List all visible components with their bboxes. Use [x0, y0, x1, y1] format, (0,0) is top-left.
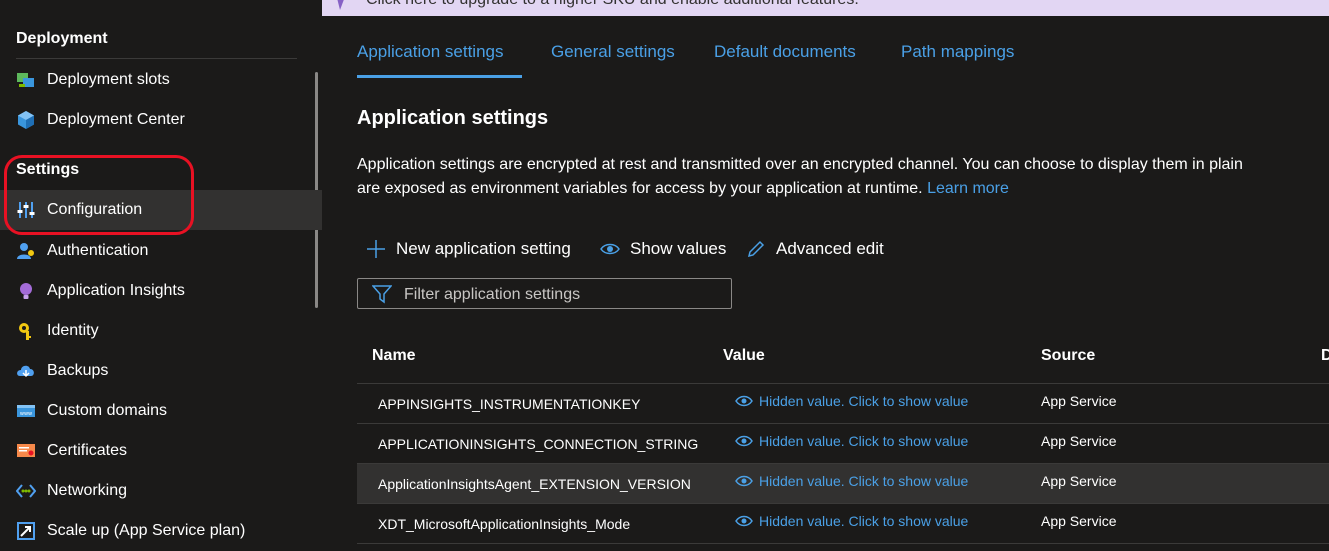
table-divider — [357, 543, 1329, 544]
deployment-center-icon — [16, 110, 36, 130]
eye-icon — [735, 475, 753, 487]
rocket-icon — [334, 0, 348, 10]
eye-icon — [600, 243, 620, 255]
setting-name: APPINSIGHTS_INSTRUMENTATIONKEY — [378, 396, 641, 412]
hidden-value-link[interactable]: Hidden value. Click to show value — [735, 433, 968, 449]
table-row[interactable]: APPLICATIONINSIGHTS_CONNECTION_STRING Hi… — [357, 424, 1329, 464]
upgrade-banner-text: Click here to upgrade to a higher SKU an… — [366, 0, 859, 9]
sidebar-item-backups[interactable]: Backups — [0, 351, 322, 391]
sidebar-item-label: Scale up (App Service plan) — [47, 522, 246, 539]
sidebar-item-custom-domains[interactable]: www Custom domains — [0, 391, 322, 431]
setting-name: ApplicationInsightsAgent_EXTENSION_VERSI… — [378, 476, 691, 492]
certificates-icon — [16, 441, 36, 461]
table-row[interactable]: APPINSIGHTS_INSTRUMENTATIONKEY Hidden va… — [357, 384, 1329, 424]
hidden-value-text: Hidden value. Click to show value — [759, 513, 969, 529]
table-row[interactable]: XDT_MicrosoftApplicationInsights_Mode Hi… — [357, 504, 1329, 544]
sidebar-item-label: Application Insights — [47, 282, 185, 299]
description-line-2: are exposed as environment variables for… — [357, 177, 1329, 201]
sidebar-item-deployment-center[interactable]: Deployment Center — [0, 100, 322, 140]
sidebar-item-scale-up[interactable]: Scale up (App Service plan) — [0, 511, 322, 551]
setting-name: APPLICATIONINSIGHTS_CONNECTION_STRING — [378, 436, 699, 452]
eye-icon — [735, 395, 753, 407]
tab-application-settings[interactable]: Application settings — [357, 42, 503, 62]
sidebar-item-label: Deployment Center — [47, 111, 185, 128]
sidebar-item-label: Authentication — [47, 242, 149, 259]
sidebar-item-label: Networking — [47, 482, 128, 499]
hidden-value-text: Hidden value. Click to show value — [759, 393, 969, 409]
column-header-source[interactable]: Source — [1041, 347, 1095, 365]
sidebar-item-application-insights[interactable]: Application Insights — [0, 271, 322, 311]
sidebar-item-certificates[interactable]: Certificates — [0, 431, 322, 471]
sidebar-item-label: Identity — [47, 322, 99, 339]
setting-source: App Service — [1041, 433, 1117, 449]
new-application-setting-label: New application setting — [396, 239, 571, 258]
advanced-edit-label: Advanced edit — [776, 239, 884, 258]
active-tab-indicator — [357, 75, 522, 78]
learn-more-link[interactable]: Learn more — [927, 180, 1009, 197]
plus-icon — [367, 240, 385, 258]
setting-name: XDT_MicrosoftApplicationInsights_Mode — [378, 516, 631, 532]
filter-input[interactable] — [402, 282, 726, 308]
advanced-edit-button[interactable]: Advanced edit — [746, 236, 884, 262]
new-application-setting-button[interactable]: New application setting — [366, 236, 571, 262]
hidden-value-link[interactable]: Hidden value. Click to show value — [735, 473, 968, 489]
sidebar-item-label: Custom domains — [47, 402, 168, 419]
column-header-truncated[interactable]: D — [1321, 347, 1329, 365]
description-line-1: Application settings are encrypted at re… — [357, 156, 1243, 173]
highlight-annotation — [4, 155, 194, 235]
identity-icon — [16, 321, 36, 341]
svg-text:www: www — [20, 411, 32, 417]
setting-source: App Service — [1041, 513, 1117, 529]
group-divider — [16, 58, 297, 59]
group-title-deployment: Deployment — [16, 30, 108, 47]
hidden-value-link[interactable]: Hidden value. Click to show value — [735, 393, 968, 409]
sidebar-item-deployment-slots[interactable]: Deployment slots — [0, 60, 322, 100]
sidebar: Deployment Deployment slots Deployment C… — [0, 0, 322, 551]
sidebar-item-label: Certificates — [47, 442, 128, 459]
description-line-2-text: are exposed as environment variables for… — [357, 180, 923, 197]
setting-source: App Service — [1041, 393, 1117, 409]
sidebar-item-label: Backups — [47, 362, 109, 379]
section-description: Application settings are encrypted at re… — [357, 153, 1329, 201]
sidebar-item-networking[interactable]: Networking — [0, 471, 322, 511]
sidebar-item-label: Deployment slots — [47, 71, 170, 88]
custom-domains-icon: www — [16, 401, 36, 421]
table-row[interactable]: ApplicationInsightsAgent_EXTENSION_VERSI… — [357, 464, 1329, 504]
show-values-button[interactable]: Show values — [600, 236, 726, 262]
sidebar-item-authentication[interactable]: Authentication — [0, 231, 322, 271]
tab-default-documents[interactable]: Default documents — [714, 42, 856, 62]
eye-icon — [735, 515, 753, 527]
tab-path-mappings[interactable]: Path mappings — [901, 42, 1014, 62]
setting-source: App Service — [1041, 473, 1117, 489]
backups-icon — [16, 361, 36, 381]
show-values-label: Show values — [630, 239, 727, 258]
pencil-icon — [747, 240, 765, 258]
hidden-value-text: Hidden value. Click to show value — [759, 433, 969, 449]
upgrade-banner[interactable]: Click here to upgrade to a higher SKU an… — [322, 0, 1329, 16]
hidden-value-text: Hidden value. Click to show value — [759, 473, 969, 489]
networking-icon — [15, 481, 37, 501]
filter-icon — [372, 285, 392, 304]
authentication-icon — [16, 241, 36, 261]
sidebar-item-identity[interactable]: Identity — [0, 311, 322, 351]
eye-icon — [735, 435, 753, 447]
filter-box — [357, 278, 732, 309]
column-header-value[interactable]: Value — [723, 347, 765, 365]
column-header-name[interactable]: Name — [372, 347, 416, 365]
application-insights-icon — [16, 281, 36, 301]
section-title: Application settings — [357, 107, 549, 129]
tab-general-settings[interactable]: General settings — [551, 42, 675, 62]
hidden-value-link[interactable]: Hidden value. Click to show value — [735, 513, 968, 529]
deployment-slots-icon — [16, 70, 36, 90]
scale-up-icon — [16, 521, 36, 541]
